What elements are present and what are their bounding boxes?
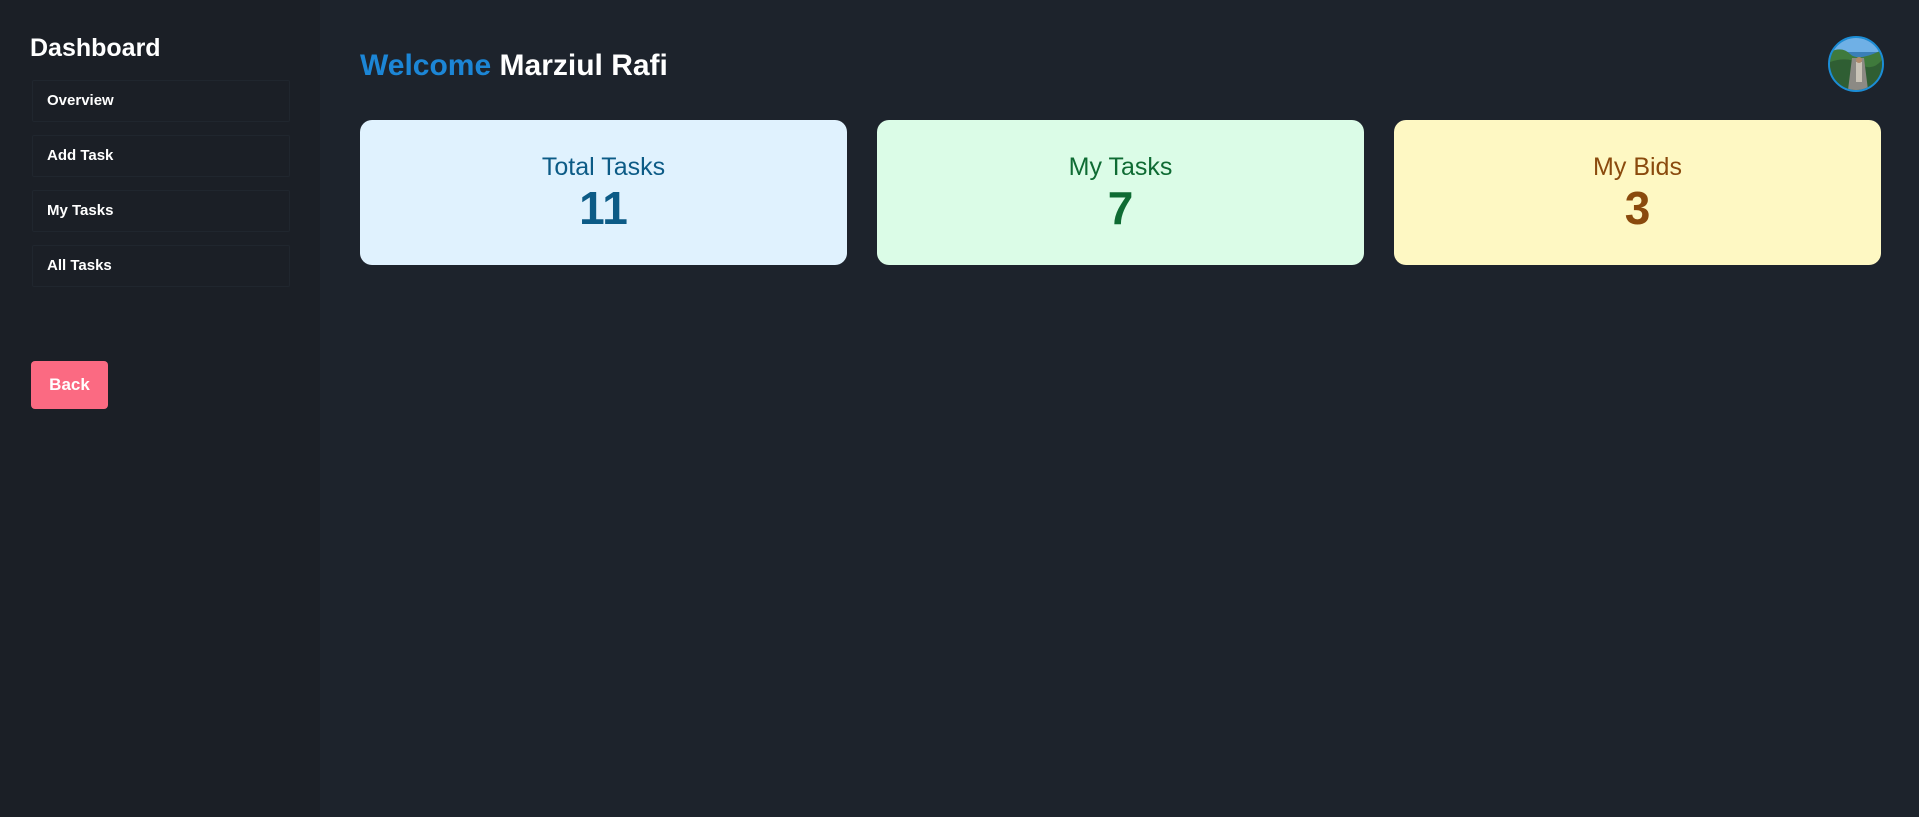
my-bids-label: My Bids: [1593, 152, 1682, 181]
total-tasks-label: Total Tasks: [541, 152, 666, 181]
sidebar-item-add-task[interactable]: Add Task: [32, 135, 290, 177]
user-name: Marziul Rafi: [499, 49, 668, 82]
stats-cards: Total Tasks 11 My Tasks 7 My Bids 3: [360, 120, 1881, 265]
welcome-word: Welcome: [360, 49, 492, 82]
back-button[interactable]: Back: [31, 361, 108, 409]
avatar[interactable]: [1828, 36, 1884, 92]
sidebar-nav: Overview Add Task My Tasks All Tasks: [30, 80, 290, 300]
avatar-photo-icon: [1830, 38, 1882, 90]
sidebar-item-my-tasks[interactable]: My Tasks: [32, 190, 290, 232]
total-tasks-value: 11: [579, 181, 628, 234]
sidebar-item-all-tasks[interactable]: All Tasks: [32, 245, 290, 287]
my-tasks-label: My Tasks: [1068, 152, 1173, 181]
sidebar: Dashboard Overview Add Task My Tasks All…: [0, 0, 320, 817]
sidebar-item-overview[interactable]: Overview: [32, 80, 290, 122]
app: Dashboard Overview Add Task My Tasks All…: [0, 0, 1919, 817]
my-tasks-card: My Tasks 7: [877, 120, 1364, 265]
welcome-heading: Welcome Marziul Rafi: [360, 48, 668, 84]
my-bids-card: My Bids 3: [1394, 120, 1881, 265]
my-bids-value: 3: [1624, 181, 1651, 234]
sidebar-title: Dashboard: [30, 34, 161, 62]
main-content: Welcome Marziul Rafi Total Tasks 11 My T…: [320, 0, 1919, 817]
total-tasks-card: Total Tasks 11: [360, 120, 847, 265]
my-tasks-value: 7: [1107, 181, 1134, 234]
